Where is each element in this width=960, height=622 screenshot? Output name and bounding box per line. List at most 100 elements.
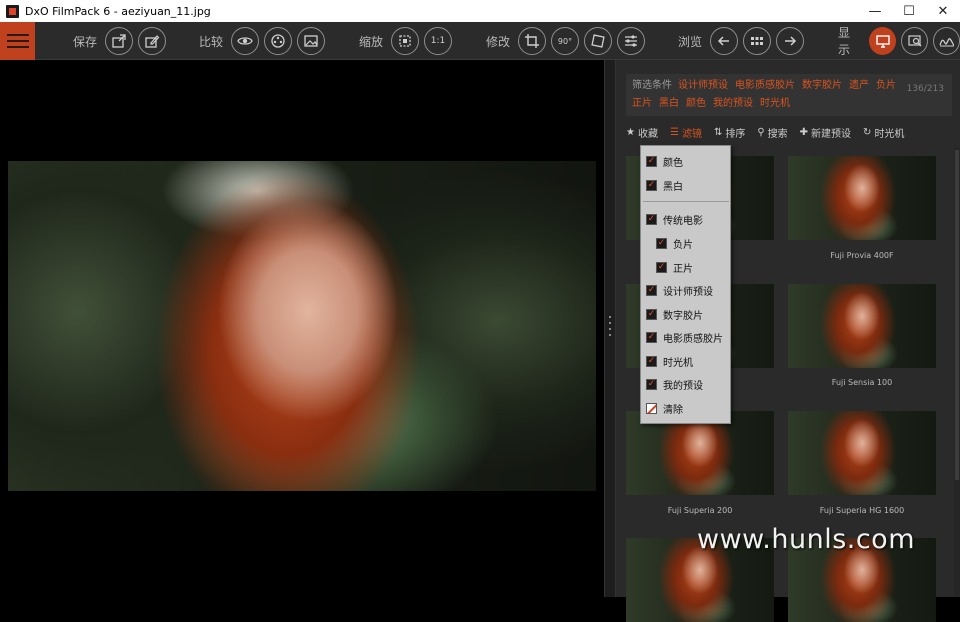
previous-image-button[interactable]: [710, 27, 739, 55]
filter-option-label: 电影质感胶片: [663, 333, 723, 345]
thumbnail-scrollbar[interactable]: [954, 148, 960, 597]
compare-history-button[interactable]: [264, 27, 293, 55]
film-reel-icon: [271, 34, 285, 48]
filter-option-classic-film[interactable]: ✓ 传统电影: [646, 208, 703, 230]
zoom-fit-button[interactable]: [391, 27, 420, 55]
filter-option-label: 我的预设: [663, 380, 703, 392]
list-filter-icon: ☰: [669, 126, 679, 138]
search-action[interactable]: ⚲ 搜索: [757, 125, 787, 140]
filter-tag[interactable]: 正片: [632, 98, 652, 109]
watermark-text: www.hunls.com: [697, 524, 916, 555]
filter-action[interactable]: ☰ 滤镜: [670, 125, 702, 140]
app-logo-icon: [6, 4, 19, 18]
maximize-button[interactable]: ☐: [892, 0, 926, 22]
favorites-action[interactable]: ★ 收藏: [626, 125, 658, 140]
minimize-button[interactable]: —: [858, 0, 892, 22]
filter-tag[interactable]: 黑白: [659, 98, 679, 109]
filter-tag[interactable]: 遗产: [849, 80, 869, 91]
filter-option-label: 时光机: [663, 357, 693, 369]
time-machine-action[interactable]: ↻ 时光机: [863, 125, 904, 140]
compare-image-button[interactable]: [297, 27, 326, 55]
grid-icon: [751, 37, 764, 45]
main-toolbar: 保存 比较 缩放 1:1 修改 90° 浏览 显示: [0, 22, 960, 60]
filter-tag[interactable]: 时光机: [760, 98, 790, 109]
sort-label: 排序: [725, 128, 746, 140]
filter-tag[interactable]: 数字胶片: [802, 80, 842, 91]
checkbox-checked-icon: ✓: [646, 331, 657, 343]
straighten-icon: [591, 34, 605, 48]
filter-option-label: 负片: [673, 239, 693, 251]
browse-label: 浏览: [678, 34, 703, 49]
rotate-90-button[interactable]: 90°: [551, 27, 580, 55]
filter-option-positive[interactable]: ✓ 正片: [656, 256, 693, 278]
checkbox-checked-icon: ✓: [646, 308, 657, 320]
sliders-icon: [625, 35, 638, 47]
preset-thumbnail[interactable]: [788, 411, 936, 495]
filter-tag[interactable]: 设计师预设: [678, 80, 728, 91]
filter-option-label: 数字胶片: [663, 310, 703, 322]
filter-clear-option[interactable]: 清除: [646, 397, 683, 419]
checkbox-checked-icon: ✓: [656, 261, 667, 273]
filter-tag[interactable]: 颜色: [686, 98, 706, 109]
eye-icon: [237, 37, 253, 45]
star-icon: ★: [626, 126, 635, 138]
sort-action[interactable]: ⇅ 排序: [714, 125, 745, 140]
grid-view-button[interactable]: [743, 27, 772, 55]
filter-option-time-machine[interactable]: ✓ 时光机: [646, 350, 693, 372]
browse-group: 浏览: [678, 22, 805, 60]
straighten-button[interactable]: [584, 27, 613, 55]
checkbox-checked-icon: ✓: [646, 213, 657, 225]
preset-thumbnail[interactable]: [788, 156, 936, 240]
loupe-button[interactable]: [901, 27, 929, 55]
edit-group: 修改 90°: [486, 22, 646, 60]
next-image-button[interactable]: [776, 27, 805, 55]
zoom-1to1-button[interactable]: 1:1: [424, 27, 453, 55]
filter-option-label: 正片: [673, 263, 693, 275]
display-group: 显示: [838, 22, 960, 60]
save-label: 保存: [73, 34, 98, 49]
adjust-sliders-button[interactable]: [617, 27, 646, 55]
filter-option-cinematic[interactable]: ✓ 电影质感胶片: [646, 326, 723, 348]
filter-option-label: 颜色: [663, 157, 683, 169]
preset-caption: Fuji Superia 200: [667, 506, 733, 515]
preset-caption: Fuji Superia HG 1600: [819, 506, 905, 515]
filter-tag[interactable]: 我的预设: [713, 98, 753, 109]
new-preset-label: 新建预设: [811, 128, 852, 140]
filter-conditions-bar: 筛选条件 设计师预设 电影质感胶片 数字胶片 遗产 负片 正片 黑白 颜色 我的预设 时光机 136…: [626, 74, 952, 116]
checkbox-checked-icon: ✓: [646, 155, 657, 167]
export-image-button[interactable]: [105, 27, 134, 55]
arrow-left-icon: [717, 36, 730, 46]
crop-button[interactable]: [518, 27, 547, 55]
preset-caption: Fuji Sensia 100: [831, 378, 893, 387]
loupe-icon: [907, 35, 921, 47]
export-to-app-button[interactable]: [138, 27, 167, 55]
filter-option-bw[interactable]: ✓ 黑白: [646, 174, 683, 196]
monitor-icon: [875, 35, 890, 48]
filter-option-color[interactable]: ✓ 颜色: [646, 150, 683, 172]
close-button[interactable]: ✕: [926, 0, 960, 22]
preset-thumbnail[interactable]: [788, 284, 936, 368]
panel-splitter[interactable]: [604, 60, 616, 597]
time-machine-label: 时光机: [874, 128, 905, 140]
filter-tag[interactable]: 负片: [876, 80, 896, 91]
display-label: 显示: [838, 26, 851, 57]
compare-eye-button[interactable]: [231, 27, 260, 55]
histogram-icon: [938, 38, 954, 47]
image-icon: [304, 35, 318, 47]
filter-tag[interactable]: 电影质感胶片: [735, 80, 795, 91]
hamburger-menu-button[interactable]: [0, 22, 35, 60]
checkbox-checked-icon: ✓: [646, 355, 657, 367]
window-title: DxO FilmPack 6 - aeziyuan_11.jpg: [25, 4, 211, 18]
image-viewer: [0, 60, 604, 597]
new-preset-action[interactable]: ✚ 新建预设: [800, 125, 851, 140]
filter-label: 滤镜: [681, 128, 702, 140]
filter-conditions-label: 筛选条件: [632, 80, 672, 91]
filter-option-negative[interactable]: ✓ 负片: [656, 232, 693, 254]
filter-option-label: 黑白: [663, 181, 683, 193]
search-label: 搜索: [767, 128, 788, 140]
filter-option-digital-film[interactable]: ✓ 数字胶片: [646, 303, 703, 325]
filter-option-my-presets[interactable]: ✓ 我的预设: [646, 373, 703, 395]
display-monitor-button[interactable]: [869, 27, 897, 55]
filter-option-designer[interactable]: ✓ 设计师预设: [646, 279, 713, 301]
histogram-button[interactable]: [933, 27, 960, 55]
